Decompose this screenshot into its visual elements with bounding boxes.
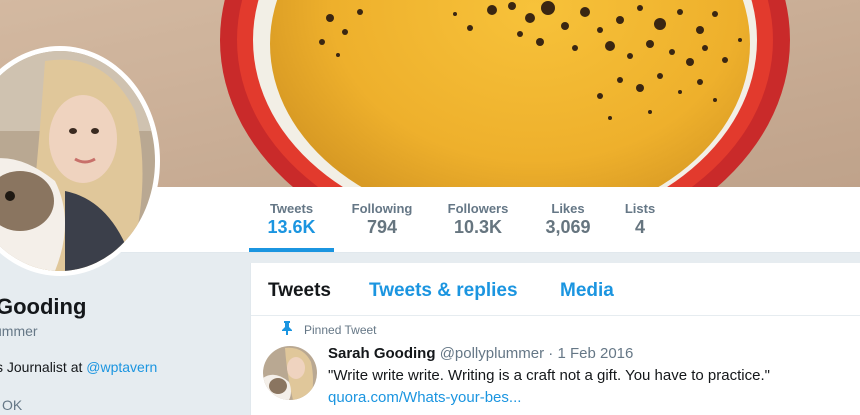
tweet-date[interactable]: 1 Feb 2016 [557,345,633,362]
stat-tweets-value: 13.6K [267,217,316,237]
tab-tweets-and-replies[interactable]: Tweets & replies [369,280,518,302]
tweet-avatar[interactable] [263,346,317,400]
pin-icon [281,321,293,338]
stat-following-value: 794 [366,217,398,237]
profile-avatar-photo [0,51,155,271]
timeline: Tweets Tweets & replies Media Pinned Twe… [250,263,860,415]
tweet-author-handle[interactable]: @pollyplummer [440,345,544,362]
stat-followers-value: 10.3K [453,217,503,237]
stat-lists-label: Lists [624,201,656,216]
timeline-tabs: Tweets Tweets & replies Media [251,263,860,316]
tweet-author-name[interactable]: Sarah Gooding [328,345,436,362]
profile-bio-link[interactable]: @wptavern [86,359,157,375]
profile-location: OK [2,397,23,413]
stat-likes[interactable]: Likes 3,069 [535,187,601,252]
stat-followers-label: Followers [447,201,509,216]
tweet-link[interactable]: quora.com/Whats-your-bes... [328,389,521,406]
tweet-separator: · [548,345,554,362]
profile-name: Gooding [0,294,87,319]
stat-likes-value: 3,069 [545,217,591,237]
pinned-tweet-label: Pinned Tweet [282,321,377,337]
stat-following[interactable]: Following 794 [343,187,421,252]
profile-bio: s Journalist at @wptavern [0,359,157,375]
pinned-tweet-text: Pinned Tweet [304,323,377,337]
stat-following-label: Following [351,201,413,216]
stat-lists-value: 4 [634,217,645,237]
stat-likes-label: Likes [551,201,585,216]
tab-tweets[interactable]: Tweets [268,280,331,302]
stat-tweets[interactable]: Tweets 13.6K [249,187,334,252]
stat-lists[interactable]: Lists 4 [615,187,665,252]
profile-bio-text: s Journalist at [0,359,87,375]
profile-handle: ummer [0,323,38,339]
stat-followers[interactable]: Followers 10.3K [439,187,517,252]
tweet-header: Sarah Gooding @pollyplummer · 1 Feb 2016 [328,345,633,362]
tab-media[interactable]: Media [560,280,614,302]
stat-tweets-label: Tweets [269,201,314,216]
tweet-text: "Write write write. Writing is a craft n… [328,367,770,384]
